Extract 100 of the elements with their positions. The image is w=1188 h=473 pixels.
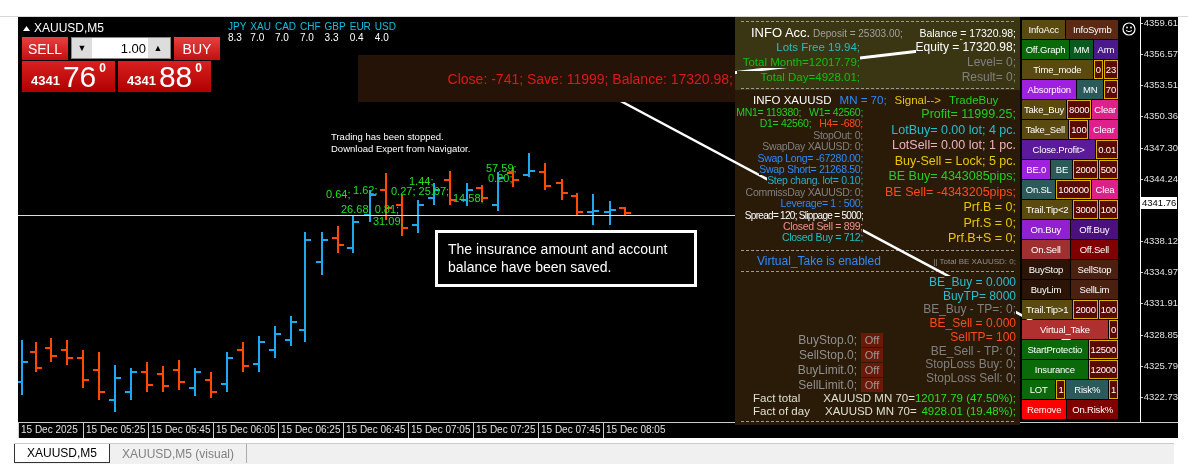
current-price-label: 4341.76 xyxy=(1141,196,1178,209)
order-toggle-button[interactable]: Off xyxy=(861,378,883,392)
value-field[interactable]: 1 xyxy=(1056,380,1066,399)
chart-tab[interactable]: XAUUSD,M5 xyxy=(14,444,110,463)
panel-button[interactable]: Close.Profit> xyxy=(1022,140,1096,159)
account-value: Equity = 17320.98; xyxy=(915,40,1018,54)
account-value: Result= 0; xyxy=(961,70,1018,84)
price-axis-label: 4331.91 xyxy=(1143,297,1178,310)
panel-button[interactable]: SellLim xyxy=(1070,280,1118,299)
value-field[interactable]: 1 xyxy=(1108,380,1118,399)
status-text: Trading has been stopped. xyxy=(331,131,445,143)
chart-title: XAUUSD,M5 xyxy=(34,21,104,35)
value-field[interactable]: 12000 xyxy=(1088,360,1118,379)
panel-button[interactable]: Take_Buy xyxy=(1022,100,1067,119)
symbol-stat: D1= 42560; xyxy=(759,118,812,130)
symbol-stat: Spread= 120; Slippage = 5000; xyxy=(744,209,863,221)
symbol-stat: Step chang. lot= 0.10; xyxy=(767,175,863,187)
panel-button[interactable]: Absorption xyxy=(1022,80,1077,99)
value-field[interactable]: 100 xyxy=(1069,120,1089,139)
panel-button[interactable]: BE xyxy=(1051,160,1073,179)
panel-button[interactable]: On.Buy xyxy=(1022,220,1070,239)
value-field[interactable]: 3000 xyxy=(1073,200,1098,219)
symbol-stat: Prf.B+S = 0; xyxy=(947,231,1016,247)
value-field[interactable]: 100 xyxy=(1098,300,1118,319)
time-axis-label: 15 Dec 06:45 xyxy=(346,424,406,435)
panel-button[interactable]: LOT xyxy=(1022,380,1056,399)
panel-button[interactable]: Remove xyxy=(1022,400,1067,419)
price-axis-label: 4359.61 xyxy=(1143,17,1178,29)
value-field[interactable]: 0.01 xyxy=(1096,140,1118,159)
order-toggle-button[interactable]: Off xyxy=(861,333,883,347)
panel-button[interactable]: Off.Graph xyxy=(1022,40,1070,59)
symbol-stat: LotSell= 0.00 lot; 1 pc. xyxy=(891,138,1016,154)
value-field[interactable]: 2000 xyxy=(1073,160,1098,179)
time-axis-label: 15 Dec 06:25 xyxy=(281,424,341,435)
panel-button[interactable]: Off.Sell xyxy=(1070,240,1118,259)
panel-button[interactable]: MN xyxy=(1077,80,1103,99)
panel-button[interactable]: Insurance xyxy=(1022,360,1088,379)
time-axis-label: 15 Dec 07:05 xyxy=(411,424,471,435)
smiley-icon[interactable] xyxy=(1122,22,1136,36)
panel-button[interactable]: Off.Buy xyxy=(1070,220,1118,239)
panel-button[interactable]: BuyLim xyxy=(1022,280,1070,299)
symbol-header-text: Signal--> xyxy=(894,93,941,106)
panel-button[interactable]: On.SL xyxy=(1022,180,1056,199)
price-axis-label: 4325.79 xyxy=(1143,359,1178,372)
currency-label: USD xyxy=(374,21,396,32)
virtual-take-status: Virtual_Take is enabled xyxy=(757,254,881,268)
panel-button[interactable]: InfoAcc xyxy=(1022,20,1066,39)
sell-button[interactable]: SELL xyxy=(22,37,68,60)
chart-tab[interactable]: XAUUSD,M5 (visual) xyxy=(110,444,248,463)
value-field[interactable]: 100 xyxy=(1098,200,1118,219)
panel-button[interactable]: InfoSymb xyxy=(1066,20,1118,39)
value-field[interactable]: 8000 xyxy=(1067,100,1092,119)
symbol-stat: Profit= 11999.25; xyxy=(921,107,1016,123)
account-value: Balance = 17320.98; xyxy=(919,27,1018,39)
panel-button[interactable]: Time_mode xyxy=(1022,60,1093,79)
panel-button[interactable]: Clear xyxy=(1089,120,1118,139)
fact-symbol: XAUUSD MN 70= xyxy=(823,405,917,418)
triangle-icon xyxy=(23,25,30,31)
pending-order-count: SellStop.0; xyxy=(798,348,857,362)
bar-value-label: 1.44; xyxy=(409,175,434,187)
order-toggle-button[interactable]: Off xyxy=(861,348,883,362)
breakeven-stat: StopLoss Buy: 0; xyxy=(925,358,1016,372)
currency-label: XAU xyxy=(250,21,271,32)
panel-button[interactable]: On.Risk% xyxy=(1067,400,1118,419)
value-field[interactable]: 0 xyxy=(1108,320,1118,339)
panel-button[interactable]: SellStop xyxy=(1070,260,1118,279)
symbol-header-text: MN = 70; xyxy=(839,93,887,106)
value-field[interactable]: 100000 xyxy=(1056,180,1091,199)
panel-button[interactable]: Arm xyxy=(1093,40,1118,59)
time-axis-label: 15 Dec 2025 xyxy=(21,424,78,435)
panel-button[interactable]: Take_Sell xyxy=(1022,120,1069,139)
panel-button[interactable]: MM xyxy=(1070,40,1093,59)
value-field[interactable]: 70 xyxy=(1103,80,1118,99)
panel-button[interactable]: Trail.Tip>1 xyxy=(1022,300,1073,319)
value-field[interactable]: 0 xyxy=(1093,60,1103,79)
panel-button[interactable]: On.Sell xyxy=(1022,240,1070,259)
symbol-stat: Closed Buy = 712; xyxy=(782,232,863,244)
panel-button[interactable]: Trail.Tip<2 xyxy=(1022,200,1073,219)
value-field[interactable]: 500 xyxy=(1098,160,1118,179)
panel-button[interactable]: BuyStop xyxy=(1022,260,1070,279)
panel-button[interactable]: Risk% xyxy=(1066,380,1108,399)
panel-button[interactable]: StartProtectio xyxy=(1022,340,1088,359)
value-field[interactable]: 2000 xyxy=(1073,300,1098,319)
symbol-stat: H4= -680; xyxy=(819,118,863,130)
breakeven-stat: BE_Buy - TP=: 0; xyxy=(923,303,1016,318)
strength-value: 7.0 xyxy=(250,32,266,43)
currency-label: CAD xyxy=(274,21,297,32)
symbol-stat: BE Buy= 4343085pips; xyxy=(888,169,1016,185)
message-banner: Close: -741; Save: 11999; Balance: 17320.98; xyxy=(358,55,735,102)
symbol-stat: SwapDay XAUUSD: 0; xyxy=(762,141,863,153)
symbol-stat: Leverage= 1 : 500; xyxy=(780,198,863,210)
panel-button[interactable]: BE.0 xyxy=(1022,160,1051,179)
panel-button[interactable]: Virtual_Take xyxy=(1022,320,1108,339)
strength-value: 4.0 xyxy=(374,32,390,43)
value-field[interactable]: 23 xyxy=(1103,60,1118,79)
panel-button[interactable]: Clea xyxy=(1091,180,1118,199)
panel-button[interactable]: Clear xyxy=(1092,100,1118,119)
order-toggle-button[interactable]: Off xyxy=(861,363,883,377)
value-field[interactable]: 12500 xyxy=(1088,340,1118,359)
buy-button[interactable]: BUY xyxy=(174,37,220,60)
